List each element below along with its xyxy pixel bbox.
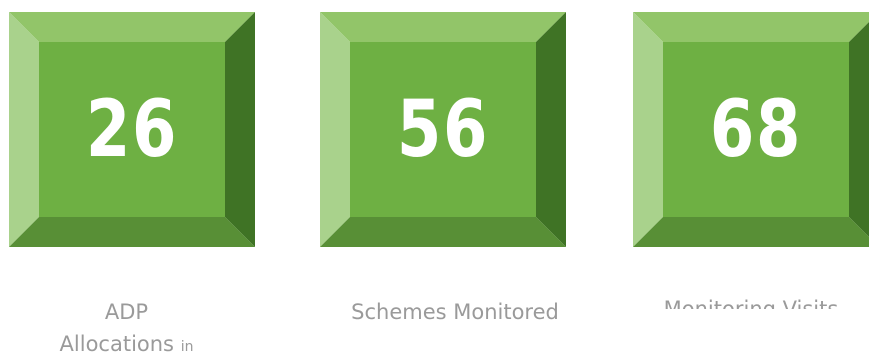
stat-tile-monitoring-visits: 68 bbox=[633, 12, 869, 247]
stat-caption-adp-allocations: ADP Allocations in bbox=[9, 296, 244, 354]
stat-tile-schemes-monitored: 56 bbox=[320, 12, 566, 247]
stat-tile-adp-allocations: 26 bbox=[9, 12, 255, 247]
caption-line-2-suffix: in bbox=[180, 339, 194, 354]
stats-panel: 26 56 68 ADP Allocations in Schemes Moni… bbox=[0, 0, 869, 354]
stat-caption-schemes-monitored: Schemes Monitored bbox=[351, 300, 559, 324]
stat-value: 56 bbox=[396, 84, 490, 175]
caption-line-2: Allocations in bbox=[9, 328, 244, 354]
caption-line-2-main: Allocations bbox=[59, 332, 174, 354]
stat-value: 68 bbox=[709, 84, 803, 175]
stat-caption-monitoring-visits: Monitoring Visits bbox=[663, 297, 839, 309]
caption-line-1: ADP bbox=[104, 300, 149, 324]
stat-value: 26 bbox=[85, 84, 179, 175]
